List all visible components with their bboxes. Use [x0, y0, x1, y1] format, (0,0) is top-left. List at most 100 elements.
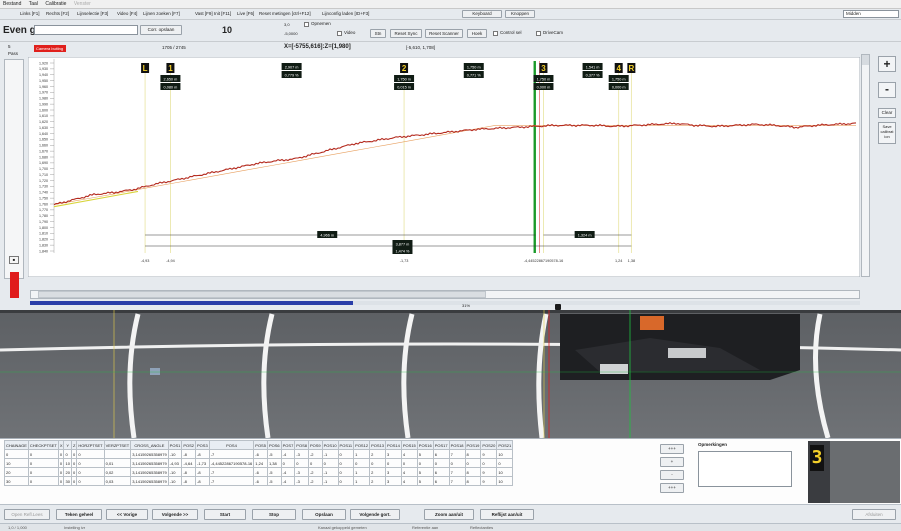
- chart-vscroll-thumb[interactable]: [862, 55, 869, 65]
- chart-plot-area[interactable]: [28, 57, 860, 277]
- table-cell[interactable]: 10: [63, 458, 72, 468]
- table-cell[interactable]: 1,38: [266, 458, 282, 468]
- table-cell[interactable]: 4: [400, 467, 418, 477]
- table-cell[interactable]: -4: [280, 467, 296, 477]
- table-cell[interactable]: -1,73: [195, 458, 210, 468]
- table-cell[interactable]: -4,44522867190578-16: [208, 458, 255, 468]
- column-header[interactable]: HORZPTSET: [76, 440, 105, 450]
- table-cell[interactable]: 0: [4, 449, 29, 459]
- table-cell[interactable]: 5: [416, 449, 434, 459]
- table-cell[interactable]: -6: [253, 467, 268, 477]
- table-cell[interactable]: -4,64: [181, 458, 197, 468]
- table-cell[interactable]: -10: [167, 449, 183, 459]
- column-header[interactable]: POS4: [208, 440, 255, 450]
- table-cell[interactable]: 4: [400, 476, 418, 486]
- table-cell[interactable]: 3: [384, 476, 402, 486]
- column-header[interactable]: Y: [63, 440, 72, 450]
- table-cell[interactable]: -2: [307, 449, 323, 459]
- keyboard-button[interactable]: Keyboard: [462, 10, 502, 18]
- table-cell[interactable]: 2: [369, 467, 386, 477]
- column-header[interactable]: VERZPTSET: [103, 440, 132, 450]
- table-cell[interactable]: 0: [464, 458, 482, 468]
- table-cell[interactable]: 30: [4, 476, 29, 486]
- table-cell[interactable]: -8: [181, 467, 197, 477]
- reset-sync-button[interactable]: Reset Sync: [390, 29, 422, 38]
- table-cell[interactable]: 6: [432, 449, 450, 459]
- video-checkbox[interactable]: [337, 31, 342, 36]
- profile-chart[interactable]: 1,920 1,930 1,940 1,950 1,960 1,970 1,9801,990…: [28, 57, 860, 277]
- table-cell[interactable]: 4: [400, 449, 418, 459]
- table-cell[interactable]: 0: [337, 458, 355, 468]
- table-cell[interactable]: 0: [480, 458, 498, 468]
- table-cell[interactable]: 1: [353, 449, 371, 459]
- table-cell[interactable]: 3: [384, 449, 402, 459]
- table-cell[interactable]: 0: [76, 449, 105, 459]
- knoppen-button[interactable]: Knoppen: [505, 10, 535, 18]
- table-cell[interactable]: 0: [416, 458, 434, 468]
- table-cell[interactable]: 9: [480, 476, 498, 486]
- start-button[interactable]: Start: [204, 509, 246, 520]
- column-header[interactable]: POS8: [294, 440, 309, 450]
- table-cell[interactable]: 1,24: [253, 458, 268, 468]
- column-header[interactable]: POS12: [353, 440, 371, 450]
- save-calibration-button[interactable]: Save calibrat ion: [878, 122, 896, 144]
- table-cell[interactable]: 6: [432, 476, 450, 486]
- table-cell[interactable]: 5: [416, 476, 434, 486]
- afsluiten-button[interactable]: Afsluiten: [852, 509, 896, 520]
- column-header[interactable]: POS15: [400, 440, 418, 450]
- column-header[interactable]: POS1: [167, 440, 183, 450]
- zoom-toggle-button[interactable]: Zoom aan/uit: [424, 509, 474, 520]
- table-cell[interactable]: 5: [416, 467, 434, 477]
- table-cell[interactable]: -3: [294, 449, 309, 459]
- table-cell[interactable]: 0: [369, 458, 386, 468]
- chart-vscrollbar[interactable]: [861, 54, 870, 277]
- table-cell[interactable]: 0: [76, 458, 105, 468]
- table-cell[interactable]: -8: [181, 449, 197, 459]
- table-cell[interactable]: -6: [253, 449, 268, 459]
- table-cell[interactable]: -8: [195, 449, 210, 459]
- table-cell[interactable]: 0: [321, 458, 339, 468]
- table-cell[interactable]: -5: [266, 467, 282, 477]
- table-cell[interactable]: 0,02: [103, 467, 132, 477]
- column-header[interactable]: POS18: [448, 440, 466, 450]
- stn-button[interactable]: Stn: [370, 29, 386, 38]
- column-header[interactable]: POS7: [280, 440, 296, 450]
- table-cell[interactable]: -8: [181, 476, 197, 486]
- table-cell[interactable]: 3,14159265358979: [130, 476, 169, 486]
- table-cell[interactable]: -7: [208, 476, 255, 486]
- corr-opslaan-button[interactable]: Corr. opslaan: [140, 25, 182, 35]
- volgende-gort-button[interactable]: Volgende gort.: [350, 509, 400, 520]
- clear-button[interactable]: Clear: [878, 108, 896, 118]
- column-header[interactable]: POS16: [416, 440, 434, 450]
- table-cell[interactable]: -7: [208, 449, 255, 459]
- table-row[interactable]: 10 0 0 10 0 0 0,01 3,14159265358979 -4,93 -4,64 -1…: [4, 458, 514, 468]
- table-cell[interactable]: 0,01: [103, 458, 132, 468]
- table-cell[interactable]: 0: [337, 467, 355, 477]
- table-cell[interactable]: 0: [27, 476, 59, 486]
- table-cell[interactable]: -1: [321, 476, 339, 486]
- column-header[interactable]: POS5: [253, 440, 268, 450]
- table-cell[interactable]: 3,14159265358979: [130, 458, 169, 468]
- table-cell[interactable]: 8: [464, 467, 482, 477]
- nav-up-button[interactable]: +: [660, 457, 684, 467]
- table-cell[interactable]: 0: [448, 458, 466, 468]
- table-cell[interactable]: 0: [280, 458, 296, 468]
- table-cell[interactable]: -5: [266, 476, 282, 486]
- table-cell[interactable]: -3: [294, 467, 309, 477]
- tool-lijnselectie[interactable]: Lijnselectie [F3]: [75, 10, 110, 18]
- table-cell[interactable]: 0: [496, 458, 514, 468]
- table-cell[interactable]: -10: [167, 476, 183, 486]
- table-cell[interactable]: 10: [496, 449, 514, 459]
- column-header[interactable]: CHAINAGE: [4, 440, 29, 450]
- table-cell[interactable]: 0,03: [103, 476, 132, 486]
- table-cell[interactable]: 9: [480, 449, 498, 459]
- column-header[interactable]: POS2: [181, 440, 197, 450]
- table-cell[interactable]: 0: [76, 467, 105, 477]
- table-cell[interactable]: 7: [448, 476, 466, 486]
- column-header[interactable]: POS17: [432, 440, 450, 450]
- reflijst-toggle-button[interactable]: Reflijst aan/uit: [480, 509, 534, 520]
- table-cell[interactable]: 30: [63, 476, 72, 486]
- stop-button[interactable]: Stop: [252, 509, 296, 520]
- column-header[interactable]: POS19: [464, 440, 482, 450]
- teken-geheel-button[interactable]: Teken geheel: [56, 509, 102, 520]
